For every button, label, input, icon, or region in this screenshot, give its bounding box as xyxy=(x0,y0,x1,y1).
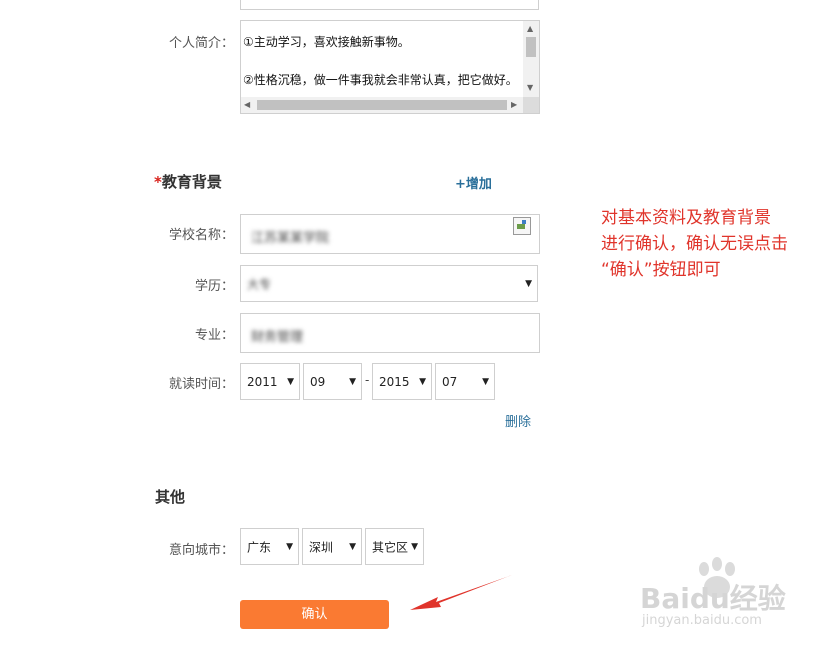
start-month-select[interactable]: 09 ▼ xyxy=(303,363,362,400)
education-title-text: 教育背景 xyxy=(161,173,222,191)
major-label: 专业： xyxy=(194,328,234,343)
major-input[interactable]: 财务管理 xyxy=(240,313,540,353)
major-value: 财务管理 xyxy=(251,330,304,345)
chevron-down-icon: ▼ xyxy=(287,376,294,387)
chevron-down-icon: ▼ xyxy=(525,278,532,289)
degree-select[interactable]: 大专 ▼ xyxy=(240,265,538,302)
school-value: 江苏某某学院 xyxy=(251,231,330,246)
degree-label: 学历： xyxy=(194,279,234,294)
district-select[interactable]: 其它区 ▼ xyxy=(365,528,424,565)
school-label: 学校名称： xyxy=(168,228,234,243)
watermark-brand: Baidu经验 xyxy=(640,582,786,615)
scroll-left-arrow-icon[interactable]: ◀ xyxy=(244,100,250,109)
scroll-right-arrow-icon[interactable]: ▶ xyxy=(511,100,517,109)
previous-field-input[interactable] xyxy=(240,0,539,10)
annotation-line-2: 进行确认，确认无误点击 xyxy=(601,234,788,254)
add-education-link[interactable]: +增加 xyxy=(455,173,492,192)
chevron-down-icon: ▼ xyxy=(349,376,356,387)
end-year-value: 2015 xyxy=(379,374,410,389)
intro-textarea[interactable]: ①主动学习，喜欢接触新事物。 ②性格沉稳，做一件事我就会非常认真，把它做好。 ▲… xyxy=(240,20,540,114)
horizontal-scrollbar[interactable]: ◀ ▶ xyxy=(241,97,523,113)
intro-text-line-2: ②性格沉稳，做一件事我就会非常认真，把它做好。 xyxy=(243,73,518,87)
city-select[interactable]: 深圳 ▼ xyxy=(302,528,362,565)
start-year-value: 2011 xyxy=(247,374,278,389)
start-year-select[interactable]: 2011 ▼ xyxy=(240,363,300,400)
period-label: 就读时间： xyxy=(168,377,234,392)
chevron-down-icon: ▼ xyxy=(482,376,489,387)
delete-education-link[interactable]: 删除 xyxy=(505,411,531,430)
chevron-down-icon: ▼ xyxy=(286,541,293,552)
scrollbar-corner xyxy=(523,97,539,113)
city-value: 深圳 xyxy=(309,540,334,554)
chevron-down-icon: ▼ xyxy=(419,376,426,387)
province-select[interactable]: 广东 ▼ xyxy=(240,528,299,565)
baidu-watermark: Baidu经验 jingyan.baidu.com xyxy=(640,555,830,640)
end-year-select[interactable]: 2015 ▼ xyxy=(372,363,432,400)
watermark-url: jingyan.baidu.com xyxy=(642,613,762,628)
chevron-down-icon: ▼ xyxy=(411,541,418,552)
annotation-line-1: 对基本资料及教育背景 xyxy=(601,208,771,228)
annotation-arrow-icon xyxy=(410,575,512,610)
district-value: 其它区 xyxy=(372,540,409,554)
province-value: 广东 xyxy=(247,540,272,554)
vertical-scroll-thumb[interactable] xyxy=(526,37,536,57)
intro-text-line-1: ①主动学习，喜欢接触新事物。 xyxy=(243,35,410,49)
chevron-down-icon: ▼ xyxy=(349,541,356,552)
annotation-line-3: “确认”按钮即可 xyxy=(601,260,721,280)
confirm-button-label: 确认 xyxy=(301,607,328,622)
date-range-separator: - xyxy=(365,373,370,387)
annotation-text: 对基本资料及教育背景 进行确认，确认无误点击 “确认”按钮即可 xyxy=(601,205,788,283)
education-section-title: *教育背景 xyxy=(154,171,222,192)
city-label: 意向城市： xyxy=(168,543,234,558)
scroll-down-arrow-icon[interactable]: ▼ xyxy=(527,83,533,92)
intro-label: 个人简介： xyxy=(168,36,234,51)
confirm-button[interactable]: 确认 xyxy=(240,600,389,629)
vertical-scrollbar[interactable]: ▲ ▼ xyxy=(523,21,539,97)
end-month-value: 07 xyxy=(442,374,458,389)
scroll-up-arrow-icon[interactable]: ▲ xyxy=(527,24,533,33)
school-input[interactable]: 江苏某某学院 xyxy=(240,214,540,254)
degree-value: 大专 xyxy=(247,277,272,291)
broken-image-icon xyxy=(513,217,531,235)
other-section-title: 其他 xyxy=(155,488,186,506)
end-month-select[interactable]: 07 ▼ xyxy=(435,363,495,400)
start-month-value: 09 xyxy=(310,374,326,389)
horizontal-scroll-thumb[interactable] xyxy=(257,100,507,110)
required-mark: * xyxy=(154,173,162,191)
